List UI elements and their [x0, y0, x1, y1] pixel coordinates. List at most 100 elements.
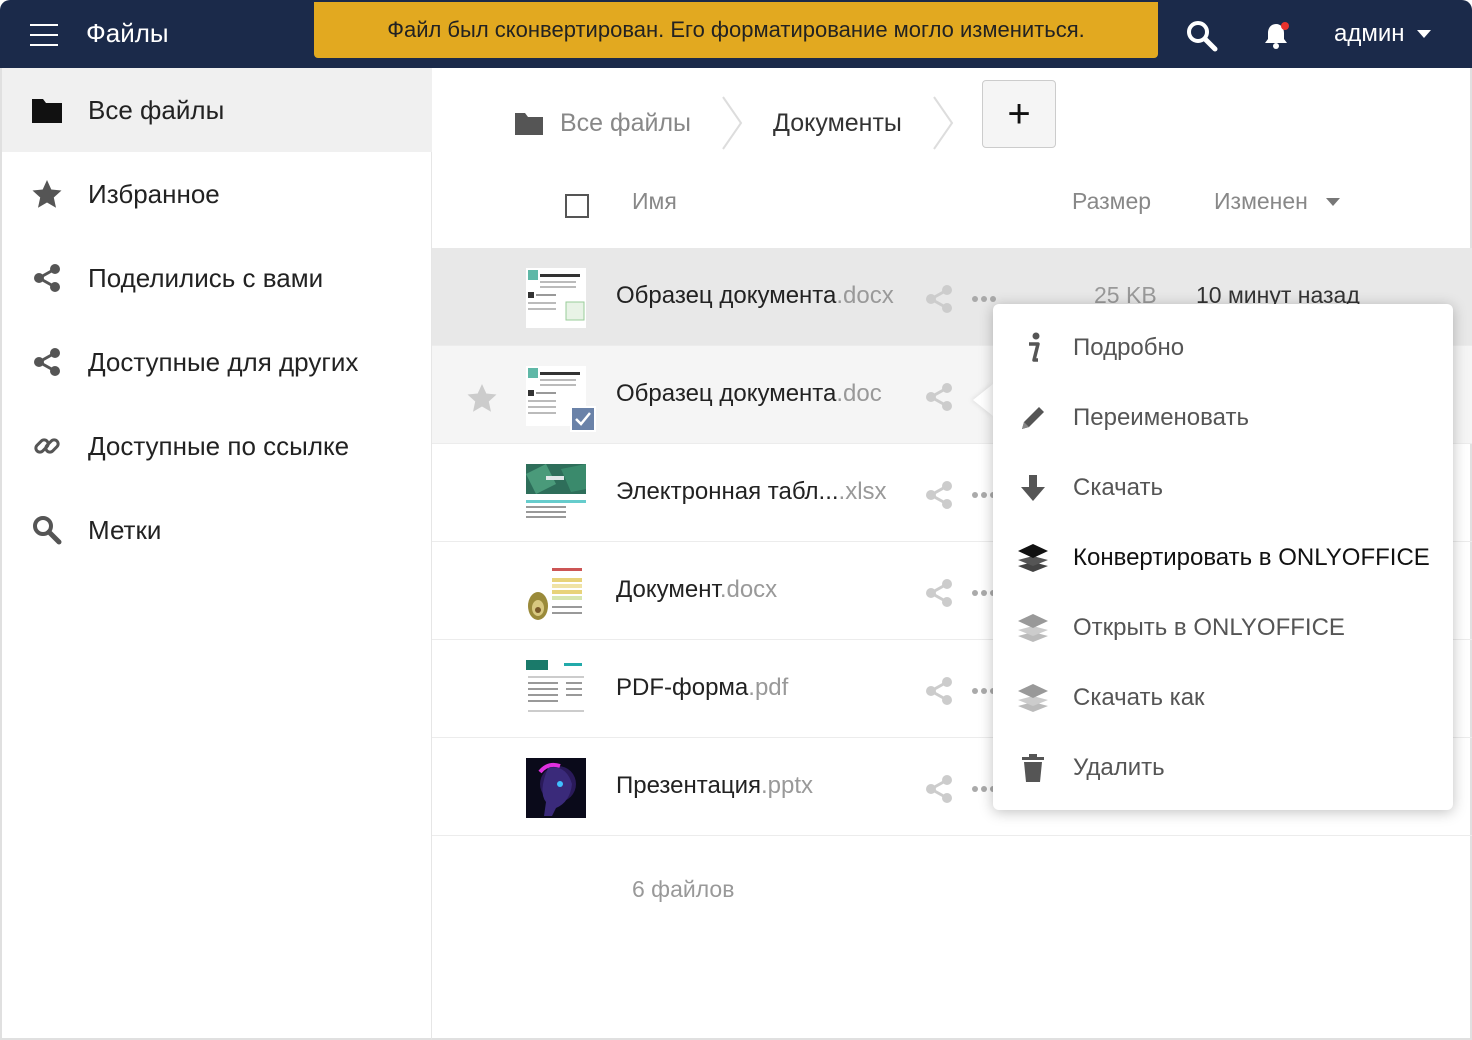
share-icon[interactable] — [924, 480, 954, 510]
column-headers: Имя Размер Изменен — [432, 168, 1472, 248]
file-extension: .docx — [719, 576, 778, 603]
menu-item-label: Конвертировать в ONLYOFFICE — [1073, 544, 1430, 571]
breadcrumb-separator-icon — [933, 96, 954, 150]
file-extension: .pptx — [760, 772, 814, 799]
column-modified[interactable]: Изменен — [1214, 188, 1340, 215]
sidebar-item-all-files[interactable]: Все файлы — [2, 68, 432, 152]
breadcrumb-root[interactable]: Все файлы — [514, 109, 691, 138]
sidebar-item-tags[interactable]: Метки — [2, 488, 432, 572]
file-thumbnail — [526, 660, 586, 720]
user-menu[interactable]: админ — [1334, 20, 1431, 48]
add-new-button[interactable]: + — [982, 80, 1056, 148]
notification-dot — [1281, 22, 1289, 30]
menu-item-details[interactable]: Подробно — [993, 313, 1453, 383]
notifications-bell-icon[interactable] — [1262, 20, 1290, 50]
file-name[interactable]: Образец документа.docx — [616, 282, 894, 310]
file-extension: .xlsx — [838, 478, 887, 505]
breadcrumb: Все файлы Документы — [514, 80, 984, 166]
file-thumbnail — [526, 562, 586, 622]
folder-icon — [515, 113, 543, 135]
file-extension: .pdf — [748, 674, 789, 701]
menu-item-label: Скачать как — [1073, 684, 1205, 711]
share-icon — [30, 345, 64, 379]
sidebar-item-label: Доступные для других — [88, 346, 359, 377]
sort-desc-icon — [1325, 197, 1340, 206]
file-name[interactable]: PDF-форма.pdf — [616, 674, 788, 702]
search-icon[interactable] — [1186, 20, 1218, 52]
info-icon — [1015, 330, 1051, 366]
menu-item-download-as[interactable]: Скачать как — [993, 663, 1453, 733]
share-icon[interactable] — [924, 284, 954, 314]
select-all-checkbox[interactable] — [565, 194, 589, 218]
share-icon[interactable] — [924, 382, 954, 412]
menu-item-label: Удалить — [1073, 754, 1165, 781]
conversion-toast: Файл был сконвертирован. Его форматирова… — [314, 2, 1158, 58]
menu-item-label: Открыть в ONLYOFFICE — [1073, 614, 1345, 641]
menu-item-open-onlyoffice[interactable]: Открыть в ONLYOFFICE — [993, 593, 1453, 663]
folder-icon — [30, 93, 64, 127]
column-modified-label: Изменен — [1214, 188, 1308, 214]
trash-icon — [1015, 750, 1051, 786]
menu-item-label: Подробно — [1073, 334, 1185, 361]
sidebar: Все файлы Избранное Поделились с вами До… — [0, 68, 432, 1040]
file-thumbnail — [526, 758, 586, 818]
row-checkbox-checked[interactable] — [570, 406, 596, 432]
menu-item-rename[interactable]: Переименовать — [993, 383, 1453, 453]
breadcrumb-separator-icon — [722, 96, 743, 150]
menu-item-download[interactable]: Скачать — [993, 453, 1453, 523]
file-basename: Документ — [616, 576, 720, 603]
file-basename: Образец документа — [616, 380, 837, 407]
column-name[interactable]: Имя — [632, 188, 677, 215]
sidebar-item-shared-with-others[interactable]: Доступные для других — [2, 320, 432, 404]
share-icon[interactable] — [924, 578, 954, 608]
file-basename: PDF-форма — [616, 674, 749, 701]
download-icon — [1015, 470, 1051, 506]
layers-icon — [1015, 540, 1051, 576]
file-basename: Электронная табл... — [616, 478, 839, 505]
sidebar-item-label: Поделились с вами — [88, 262, 324, 293]
menu-item-label: Скачать — [1073, 474, 1163, 501]
file-thumbnail — [526, 464, 586, 524]
file-name[interactable]: Презентация.pptx — [616, 772, 813, 800]
sidebar-item-label: Все файлы — [88, 94, 225, 125]
layers-icon — [1015, 610, 1051, 646]
link-icon — [30, 429, 64, 463]
app-title[interactable]: Файлы — [86, 18, 169, 49]
file-actions-menu: Подробно Переименовать Скачать Конвертир… — [993, 304, 1453, 810]
file-basename: Образец документа — [616, 282, 837, 309]
column-size[interactable]: Размер — [1072, 188, 1151, 215]
breadcrumb-current[interactable]: Документы — [773, 109, 902, 138]
file-thumbnail — [526, 268, 586, 328]
pencil-icon — [1015, 400, 1051, 436]
menu-icon[interactable] — [30, 24, 58, 46]
file-name[interactable]: Документ.docx — [616, 576, 777, 604]
sidebar-item-shared-by-link[interactable]: Доступные по ссылке — [2, 404, 432, 488]
search-icon — [30, 513, 64, 547]
sidebar-item-favorites[interactable]: Избранное — [2, 152, 432, 236]
sidebar-item-label: Метки — [88, 514, 162, 545]
file-extension: .doc — [836, 380, 882, 407]
share-icon[interactable] — [924, 774, 954, 804]
popover-arrow — [973, 384, 993, 416]
file-extension: .docx — [836, 282, 894, 309]
file-count: 6 файлов — [632, 876, 735, 902]
file-name[interactable]: Электронная табл....xlsx — [616, 478, 887, 506]
menu-item-delete[interactable]: Удалить — [993, 733, 1453, 803]
share-icon — [30, 261, 64, 295]
star-icon — [30, 177, 64, 211]
chevron-down-icon — [1416, 30, 1431, 38]
layers-icon — [1015, 680, 1051, 716]
sidebar-item-label: Избранное — [88, 178, 220, 209]
sidebar-item-shared-with-you[interactable]: Поделились с вами — [2, 236, 432, 320]
breadcrumb-current-label: Документы — [773, 108, 902, 137]
file-name[interactable]: Образец документа.doc — [616, 380, 882, 408]
user-name: админ — [1334, 20, 1405, 47]
favorite-star-icon[interactable] — [466, 382, 498, 414]
menu-item-convert-onlyoffice[interactable]: Конвертировать в ONLYOFFICE — [993, 523, 1453, 593]
sidebar-item-label: Доступные по ссылке — [88, 430, 350, 461]
menu-item-label: Переименовать — [1073, 404, 1249, 431]
file-basename: Презентация — [616, 772, 761, 799]
top-bar: Файлы Файл был сконвертирован. Его форма… — [0, 0, 1472, 68]
breadcrumb-root-label: Все файлы — [560, 108, 692, 137]
share-icon[interactable] — [924, 676, 954, 706]
